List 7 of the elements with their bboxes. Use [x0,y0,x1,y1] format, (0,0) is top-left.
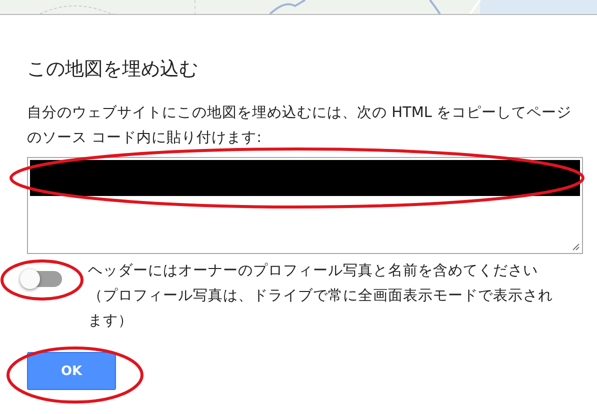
dialog-title: この地図を埋め込む [27,57,199,81]
html-code-field[interactable] [27,157,583,254]
embed-instructions: 自分のウェブサイトにこの地図を埋め込むには、次の HTML をコピーしてページのソース コード内に貼り付けます: [27,104,573,148]
header-toggle[interactable] [22,271,62,287]
resize-grip-icon[interactable] [572,243,580,251]
ok-button[interactable]: OK [27,352,116,390]
toggle-label: ヘッダーにはオーナーのプロフィール写真と名前を含めてください（プロフィール写真は、ドライブで常に全画面表示モードで表示されます） [88,262,554,331]
